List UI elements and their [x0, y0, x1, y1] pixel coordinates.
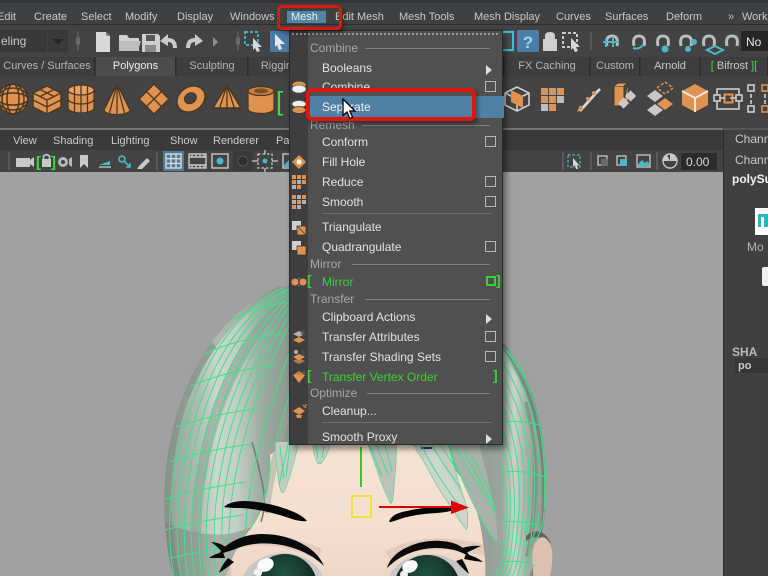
svg-text:No: No [746, 35, 762, 49]
svg-text:?: ? [523, 33, 533, 52]
svg-text:0.00: 0.00 [686, 155, 710, 169]
svg-text:]: ] [51, 154, 56, 171]
svg-text:[: [ [276, 86, 284, 116]
svg-text:[: [ [36, 154, 41, 171]
